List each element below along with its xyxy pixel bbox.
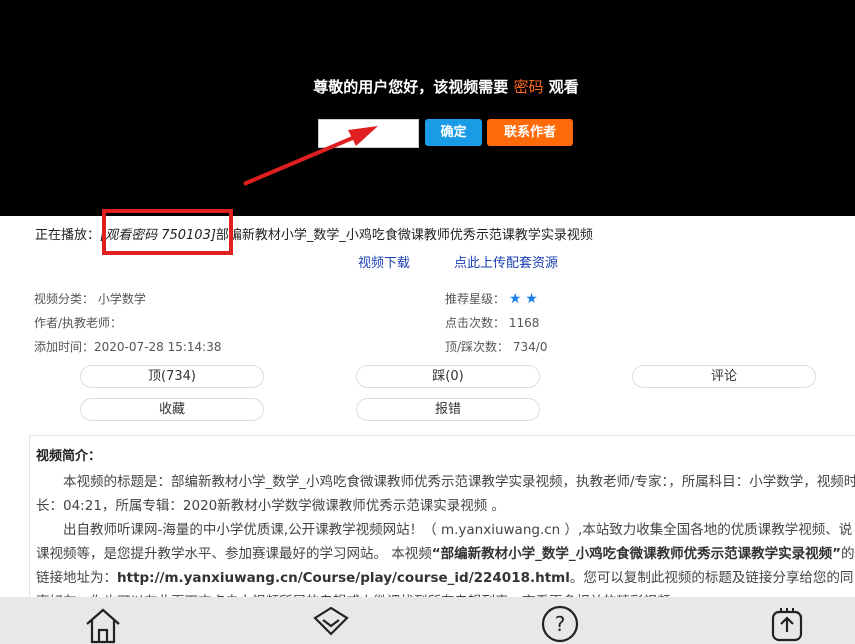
comment-button[interactable]: 评论	[632, 365, 816, 388]
author-row: 作者/执教老师：	[34, 314, 122, 331]
category-row: 视频分类： 小学数学	[34, 290, 146, 307]
svg-text:?: ?	[555, 612, 566, 636]
intro-title: 视频简介：	[36, 449, 102, 464]
intro-body: 本视频的标题是：部编新教材小学_数学_小鸡吃食微课教师优秀示范课教学实录视频，执…	[36, 470, 855, 604]
clicks-value: 1168	[508, 316, 540, 330]
annotation-box	[102, 209, 233, 255]
report-error-button[interactable]: 报错	[356, 398, 540, 421]
votes-label: 顶/踩次数：	[445, 340, 510, 354]
rating-label: 推荐星级：	[445, 292, 506, 306]
intro-paragraph: 本视频的标题是：部编新教材小学_数学_小鸡吃食微课教师优秀示范课教学实录视频，执…	[36, 474, 855, 514]
help-icon[interactable]: ?	[540, 604, 580, 644]
home-icon[interactable]	[83, 604, 123, 644]
intro-paragraph: 出自教师听课网-海量的中小学优质课,公开课教学视频网站！（ m.yanxiuwa…	[36, 518, 855, 604]
video-title: 部编新教材小学_数学_小鸡吃食微课教师优秀示范课教学实录视频	[215, 228, 593, 243]
star-icon: ★	[525, 291, 538, 307]
added-time-row: 添加时间：2020-07-28 15:14:38	[34, 338, 221, 355]
intro-video-title: “部编新教材小学_数学_小鸡吃食微课教师优秀示范课教学实录视频”	[431, 546, 842, 562]
added-label: 添加时间：	[34, 340, 95, 354]
author-label: 作者/执教老师：	[34, 316, 123, 330]
discover-icon[interactable]	[311, 604, 351, 644]
star-icon: ★	[508, 291, 522, 307]
bottom-nav: ?	[0, 597, 855, 644]
added-value: 2020-07-28 15:14:38	[94, 340, 222, 354]
clicks-label: 点击次数：	[445, 316, 506, 330]
downvote-button[interactable]: 踩(0)	[356, 365, 540, 388]
favorite-button[interactable]: 收藏	[80, 398, 264, 421]
upvote-button[interactable]: 顶(734)	[80, 365, 264, 388]
video-intro: 视频简介： 本视频的标题是：部编新教材小学_数学_小鸡吃食微课教师优秀示范课教学…	[29, 435, 855, 605]
votes-value: 734/0	[512, 340, 548, 354]
category-value: 小学数学	[97, 292, 146, 306]
now-playing-label: 正在播放：	[35, 228, 101, 243]
download-link[interactable]: 视频下载	[358, 252, 410, 271]
votes-row: 顶/踩次数： 734/0	[445, 338, 547, 355]
rating-row: 推荐星级： ★ ★	[445, 290, 538, 307]
intro-url[interactable]: http://m.yanxiuwang.cn/Course/play/cours…	[117, 570, 570, 586]
upload-icon[interactable]	[767, 604, 807, 644]
upload-resource-link[interactable]: 点此上传配套资源	[454, 252, 558, 271]
category-label: 视频分类：	[34, 292, 95, 306]
clicks-row: 点击次数： 1168	[445, 314, 539, 331]
